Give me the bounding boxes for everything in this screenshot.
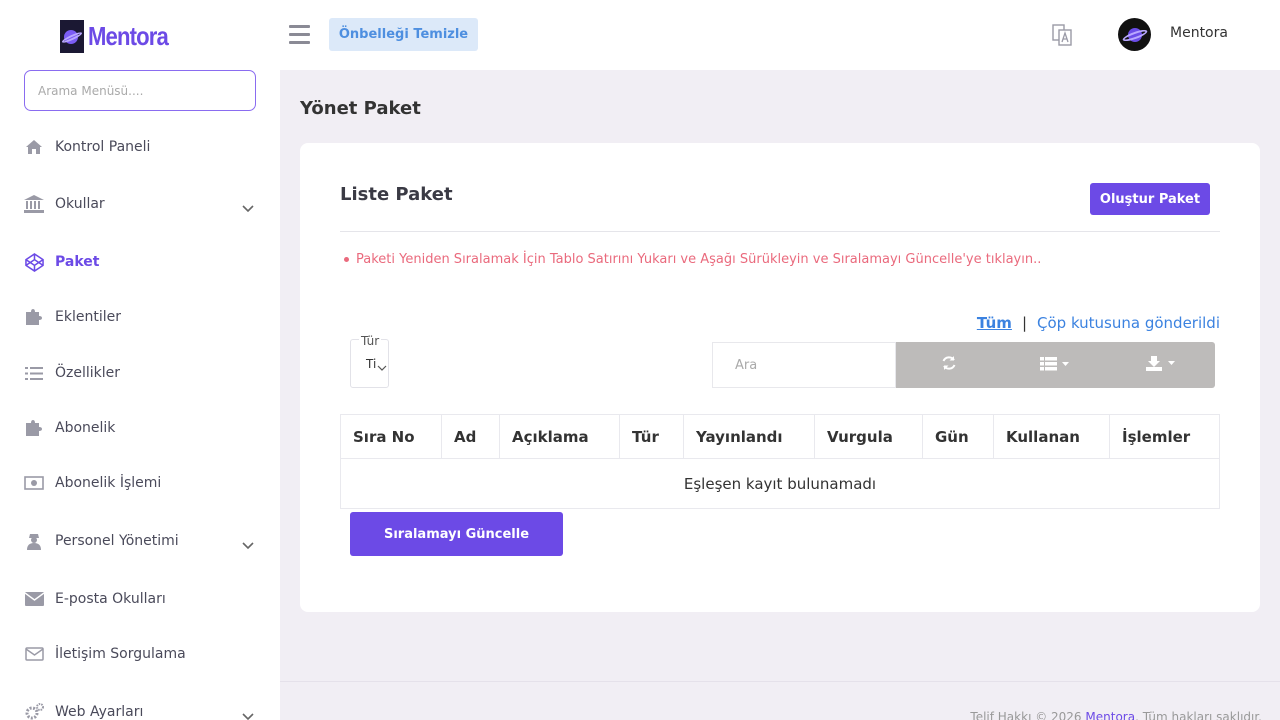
list-icon [24, 363, 44, 383]
envelope-outline-icon [24, 644, 44, 664]
package-list-card: Liste Paket Oluştur Paket Paketi Yeniden… [300, 143, 1260, 612]
filter-separator: | [1021, 314, 1027, 332]
sidebar-item-email-schools[interactable]: E-posta Okulları [24, 585, 256, 613]
columns-toggle-button[interactable] [1002, 342, 1108, 388]
sidebar-item-label: Eklentiler [55, 309, 121, 325]
footer-copyright-prefix: Telif Hakkı © 2026 [970, 710, 1086, 720]
page-title: Yönet Paket [300, 98, 421, 119]
chevron-down-icon [242, 198, 254, 217]
reorder-info-note: Paketi Yeniden Sıralamak İçin Tablo Satı… [344, 252, 1041, 267]
sidebar-item-label: Paket [55, 254, 100, 270]
user-avatar[interactable] [1118, 18, 1151, 51]
footer-copyright-suffix: . Tüm hakları saklıdır. [1135, 710, 1262, 720]
sidebar-item-web-settings[interactable]: Web Ayarları [24, 698, 256, 720]
sidebar-item-label: Özellikler [55, 365, 121, 381]
refresh-button[interactable] [896, 342, 1002, 388]
menu-search-box[interactable] [24, 70, 256, 111]
sidebar-item-features[interactable]: Özellikler [24, 359, 256, 387]
user-name[interactable]: Mentora [1170, 25, 1228, 41]
column-header[interactable]: Ad [441, 414, 500, 459]
user-secret-icon [24, 531, 44, 551]
sidebar-item-addons[interactable]: Eklentiler [24, 303, 256, 331]
sidebar-item-label: İletişim Sorgulama [55, 646, 186, 662]
footer-divider [280, 681, 1280, 682]
sidebar-item-package[interactable]: Paket [24, 248, 256, 276]
sidebar-item-label: Personel Yönetimi [55, 533, 179, 549]
refresh-icon [941, 355, 957, 375]
app-logo[interactable]: Mentora [60, 20, 182, 53]
table-search-box[interactable] [712, 342, 896, 388]
envelope-icon [24, 589, 44, 609]
clear-cache-button[interactable]: Önbelleği Temizle [329, 18, 478, 51]
table-search-input[interactable] [713, 343, 895, 387]
footer-brand-link[interactable]: Mentora [1085, 710, 1135, 720]
empty-table-message: Eşleşen kayıt bulunamadı [340, 458, 1220, 509]
puzzle-icon [24, 307, 44, 327]
sidebar-item-subscription-transaction[interactable]: Abonelik İşlemi [24, 469, 256, 497]
sidebar-item-schools[interactable]: Okullar [24, 190, 256, 218]
sidebar-item-label: Kontrol Paneli [55, 139, 151, 155]
chevron-down-icon [377, 357, 387, 376]
sidebar: Mentora Kontrol Paneli Okullar Paket Ekl… [0, 0, 280, 720]
info-note-text: Paketi Yeniden Sıralamak İçin Tablo Satı… [356, 252, 1042, 267]
language-icon[interactable] [1052, 24, 1072, 46]
table-header-row: Sıra No Ad Açıklama Tür Yayınlandı Vurgu… [340, 414, 1220, 459]
column-header[interactable]: Tür [619, 414, 684, 459]
sidebar-item-contact-inquiry[interactable]: İletişim Sorgulama [24, 640, 256, 668]
sidebar-item-staff-management[interactable]: Personel Yönetimi [24, 527, 256, 555]
filter-all-link[interactable]: Tüm [977, 314, 1012, 332]
footer: Telif Hakkı © 2026 Mentora. Tüm hakları … [970, 710, 1262, 720]
record-filter-links: Tüm | Çöp kutusuna gönderildi [977, 314, 1220, 332]
chevron-down-icon [242, 706, 254, 720]
column-header[interactable]: Sıra No [340, 414, 442, 459]
puzzle-icon [24, 418, 44, 438]
sidebar-item-label: Abonelik [55, 420, 116, 436]
sidebar-item-label: Web Ayarları [55, 704, 144, 720]
type-filter-select[interactable]: Tür Ti [350, 334, 389, 388]
gears-icon [24, 702, 44, 720]
column-header[interactable]: Yayınlandı [683, 414, 815, 459]
column-header[interactable]: İşlemler [1109, 414, 1220, 459]
download-icon [1146, 355, 1176, 375]
table-row: Eşleşen kayıt bulunamadı [340, 458, 1220, 509]
planet-logo-icon [60, 20, 84, 53]
sidebar-item-label: E-posta Okulları [55, 591, 166, 607]
top-bar: Önbelleği Temizle Mentora [280, 0, 1280, 70]
app-name: Mentora [88, 21, 169, 51]
hamburger-menu-icon[interactable] [289, 25, 310, 45]
money-icon [24, 473, 44, 493]
home-icon [24, 137, 44, 157]
column-header[interactable]: Kullanan [993, 414, 1110, 459]
sidebar-item-label: Abonelik İşlemi [55, 475, 162, 491]
export-button[interactable] [1108, 342, 1214, 388]
menu-search-input[interactable] [25, 71, 255, 110]
column-header[interactable]: Gün [922, 414, 994, 459]
th-list-icon [1040, 356, 1070, 375]
card-title: Liste Paket [340, 184, 453, 205]
column-header[interactable]: Vurgula [814, 414, 923, 459]
sidebar-item-label: Okullar [55, 196, 105, 212]
bank-icon [24, 194, 44, 214]
column-header[interactable]: Açıklama [499, 414, 620, 459]
chevron-down-icon [242, 535, 254, 554]
table-toolbar [896, 342, 1215, 388]
type-filter-value: Ti [366, 357, 377, 371]
sidebar-item-subscription[interactable]: Abonelik [24, 414, 256, 442]
package-table: Sıra No Ad Açıklama Tür Yayınlandı Vurgu… [340, 414, 1220, 509]
filter-trash-link[interactable]: Çöp kutusuna gönderildi [1037, 314, 1220, 332]
type-filter-label: Tür [359, 334, 382, 348]
divider [340, 231, 1220, 232]
bullet-icon [344, 257, 349, 262]
codepen-icon [24, 252, 44, 272]
update-order-button[interactable]: Sıralamayı Güncelle [350, 512, 563, 556]
create-package-button[interactable]: Oluştur Paket [1090, 183, 1210, 215]
sidebar-item-dashboard[interactable]: Kontrol Paneli [24, 133, 256, 161]
